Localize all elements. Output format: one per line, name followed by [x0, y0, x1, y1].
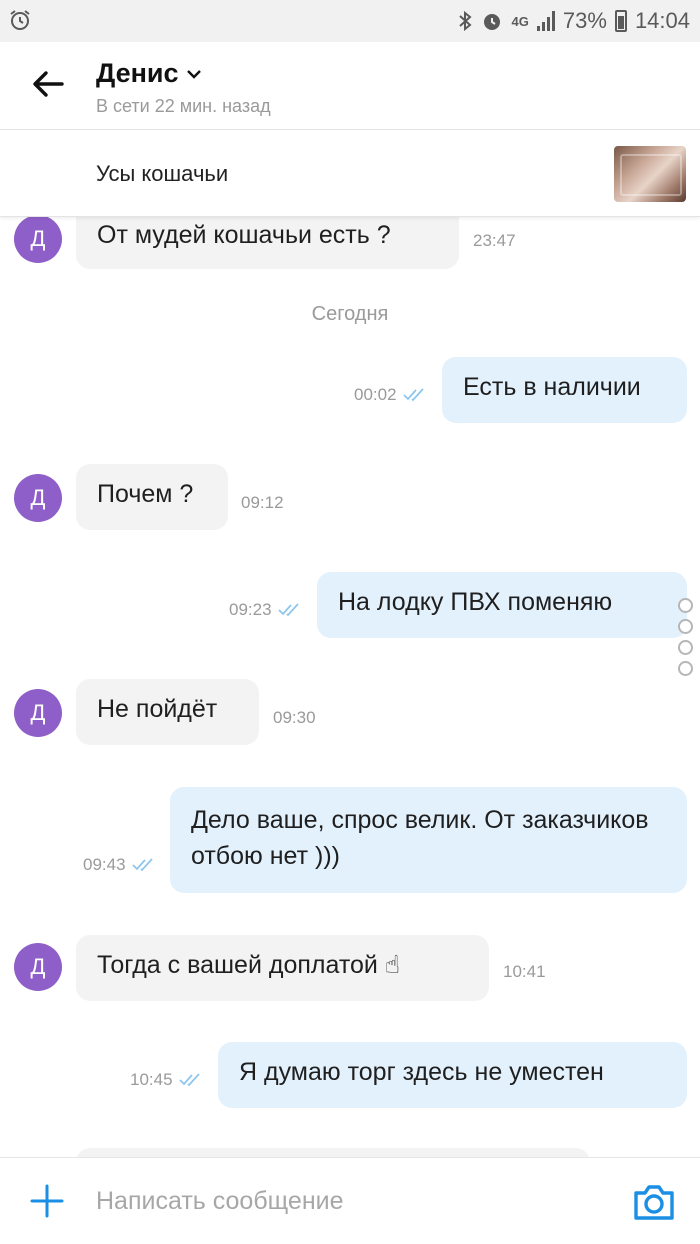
message-time: 23:47 [473, 231, 516, 250]
message-text: Есть в наличии [463, 373, 641, 401]
plus-icon[interactable] [28, 1182, 66, 1220]
message-text: От мудей кошачьи есть ? [97, 221, 391, 249]
listing-title: Усы кошачьи [96, 161, 229, 186]
status-bar: 4G 73% 14:04 [0, 0, 700, 42]
composer-bar [0, 1157, 700, 1244]
outgoing-message[interactable]: Есть в наличии [442, 357, 687, 423]
message-time: 09:12 [241, 493, 284, 512]
message-time: 09:43 [83, 855, 156, 875]
alarm-icon [8, 8, 32, 38]
message-time: 00:02 [354, 385, 427, 405]
incoming-message[interactable]: От мудей кошачьи есть ? [76, 217, 459, 269]
message-text: Почем ? [97, 480, 194, 508]
double-check-icon [277, 603, 299, 617]
outgoing-message[interactable]: Я думаю торг здесь не уместен [218, 1042, 687, 1108]
message-time: 09:23 [229, 600, 302, 620]
message-text: Тогда с вашей доплатой ☝ [97, 951, 401, 979]
chevron-down-icon [186, 69, 201, 79]
chat-header: Денис В сети 22 мин. назад [0, 42, 700, 130]
incoming-message[interactable]: Тогда с вашей доплатой ☝ [76, 935, 489, 1001]
message-text: Дело ваше, спрос велик. От заказчиков от… [191, 806, 649, 870]
message-time: 10:41 [503, 962, 546, 981]
message-input[interactable] [96, 1176, 596, 1226]
double-check-icon [178, 1073, 200, 1087]
scroll-handle[interactable] [678, 598, 694, 676]
message-list[interactable]: Д От мудей кошачьи есть ? 23:47 Сегодня … [0, 217, 700, 1157]
alarm-clock-icon [483, 14, 500, 30]
camera-icon[interactable] [632, 1182, 676, 1222]
message-text: Не пойдёт [97, 695, 218, 723]
contact-name[interactable]: Денис [96, 58, 201, 89]
listing-thumbnail[interactable] [614, 146, 686, 202]
message-text: Я думаю торг здесь не уместен [239, 1058, 604, 1086]
avatar[interactable]: Д [14, 474, 62, 522]
battery-icon [614, 10, 627, 32]
incoming-message[interactable]: Не пойдёт [76, 679, 259, 745]
message-text: На лодку ПВХ поменяю [338, 588, 613, 616]
bluetooth-icon [458, 10, 472, 32]
listing-bar[interactable]: Усы кошачьи [0, 131, 700, 217]
avatar[interactable]: Д [14, 943, 62, 991]
outgoing-message[interactable]: Дело ваше, спрос велик. От заказчиков от… [170, 787, 687, 893]
contact-status: В сети 22 мин. назад [96, 96, 271, 116]
double-check-icon [131, 858, 153, 872]
incoming-message[interactable]: Почем ? [76, 464, 228, 530]
network-type: 4G [511, 13, 529, 29]
back-arrow-icon[interactable] [28, 64, 68, 104]
signal-icon [536, 11, 555, 31]
message-time: 10:45 [130, 1070, 203, 1090]
incoming-message-partial[interactable] [76, 1148, 590, 1157]
avatar[interactable]: Д [14, 689, 62, 737]
outgoing-message[interactable]: На лодку ПВХ поменяю [317, 572, 687, 638]
contact-name-label: Денис [96, 58, 179, 88]
avatar[interactable]: Д [14, 217, 62, 263]
clock: 14:04 [634, 8, 690, 33]
battery-percent: 73% [562, 8, 607, 33]
date-separator: Сегодня [311, 303, 389, 325]
message-time: 09:30 [273, 708, 316, 727]
double-check-icon [402, 388, 424, 402]
